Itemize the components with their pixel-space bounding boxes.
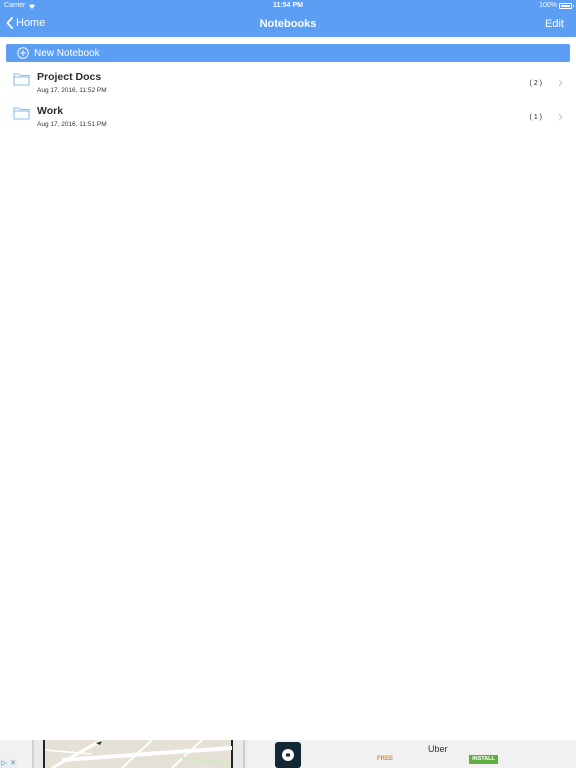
uber-logo — [275, 742, 301, 768]
notebook-count: ( 1 ) — [529, 114, 542, 121]
plus-circle-icon — [17, 47, 29, 59]
notebook-name: Project Docs — [37, 71, 102, 83]
new-notebook-label: New Notebook — [34, 47, 100, 59]
notebook-name: Work — [37, 105, 64, 117]
status-time: 11:54 PM — [273, 2, 303, 9]
install-button[interactable]: INSTALL — [469, 755, 498, 764]
header: Carrier 11:54 PM 100% Home Notebooks Edi… — [0, 0, 576, 37]
status-battery: 100% — [539, 2, 574, 9]
chevron-right-icon — [558, 79, 563, 87]
page-title: Notebooks — [259, 18, 317, 30]
notebook-date: Aug 17, 2016, 11:51 PM — [37, 121, 107, 128]
battery-icon — [559, 2, 574, 9]
folder-icon — [13, 73, 30, 86]
ad-title: Uber — [428, 744, 448, 754]
notebook-count: ( 2 ) — [529, 80, 542, 87]
ad-map-image — [32, 740, 247, 768]
edit-button[interactable]: Edit — [545, 18, 564, 30]
chevron-right-icon — [558, 113, 563, 121]
close-icon: ✕ — [9, 759, 17, 768]
notebook-row-work[interactable]: Work Aug 17, 2016, 11:51 PM ( 1 ) — [0, 100, 576, 134]
battery-percent: 100% — [539, 2, 557, 9]
new-notebook-button[interactable]: New Notebook — [6, 44, 570, 62]
ad-choices-icon: ▷ — [0, 759, 8, 768]
notebook-date: Aug 17, 2016, 11:52 PM — [37, 87, 107, 94]
ad-close-button[interactable]: ▷ ✕ — [0, 759, 18, 768]
status-bar: Carrier 11:54 PM 100% — [0, 0, 576, 12]
folder-icon — [13, 107, 30, 120]
nav-bar: Home Notebooks Edit — [0, 12, 576, 37]
notebook-list: Project Docs Aug 17, 2016, 11:52 PM ( 2 … — [0, 66, 576, 134]
ad-price: FREE — [377, 756, 394, 762]
notebook-row-project-docs[interactable]: Project Docs Aug 17, 2016, 11:52 PM ( 2 … — [0, 66, 576, 100]
ad-banner[interactable]: ▷ ✕ Uber FREE INSTALL — [0, 740, 576, 768]
uber-logo-icon — [282, 749, 294, 761]
